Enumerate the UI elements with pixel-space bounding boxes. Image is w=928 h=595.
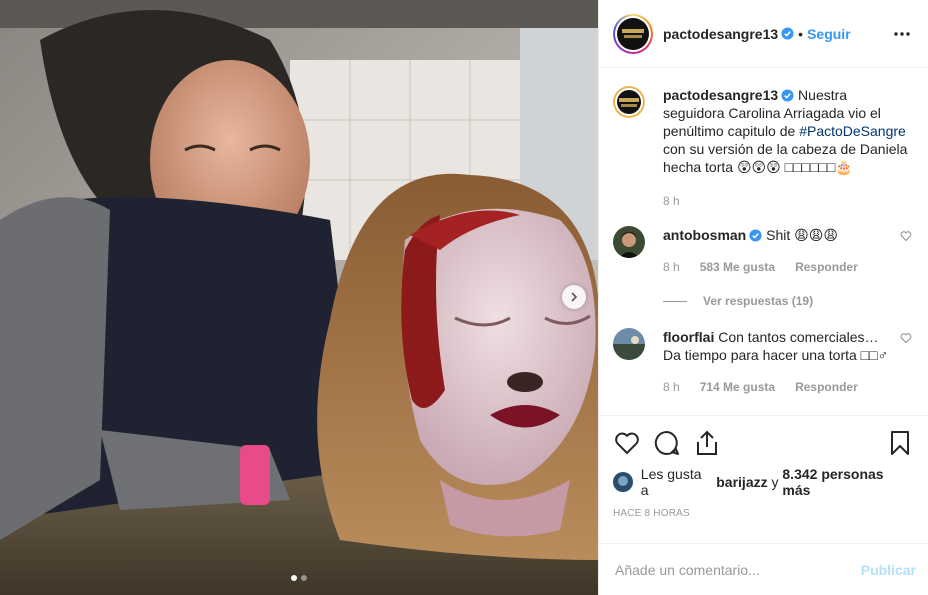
verified-badge-icon bbox=[781, 89, 794, 102]
post-side-panel: pactodesangre13 • Seguir pactodesangre13… bbox=[598, 0, 928, 595]
likes-count[interactable]: 8.342 personas más bbox=[782, 466, 914, 498]
post-actions: Les gusta a barijazz y 8.342 personas má… bbox=[599, 415, 928, 543]
liker-avatar[interactable] bbox=[613, 472, 633, 492]
post-timestamp[interactable]: HACE 8 HORAS bbox=[613, 508, 914, 519]
comment-button[interactable] bbox=[653, 429, 681, 457]
comment-item: antobosman Shit 😩😩😩 8 h 583 Me gusta Res… bbox=[613, 226, 912, 276]
share-icon bbox=[697, 430, 717, 455]
carousel-indicator bbox=[0, 575, 598, 581]
likes-middle: y bbox=[771, 474, 779, 490]
view-replies-button[interactable]: Ver respuestas (19) bbox=[663, 294, 912, 308]
small-heart-icon[interactable] bbox=[900, 332, 912, 344]
next-arrow-icon bbox=[571, 292, 578, 302]
comment-likes[interactable]: 714 Me gusta bbox=[700, 378, 775, 396]
bookmark-icon bbox=[891, 431, 909, 455]
verified-badge-icon bbox=[749, 229, 762, 242]
post-photo[interactable] bbox=[0, 0, 598, 595]
caption-text-after: con su versión de la cabeza de Daniela h… bbox=[663, 141, 908, 175]
comment-input[interactable] bbox=[615, 561, 861, 578]
caption-username[interactable]: pactodesangre13 bbox=[663, 87, 778, 103]
comment-username[interactable]: antobosman bbox=[663, 227, 746, 243]
likes-prefix: Les gusta a bbox=[640, 466, 702, 498]
comment-time[interactable]: 8 h bbox=[663, 258, 680, 276]
next-slide-button[interactable] bbox=[562, 285, 586, 309]
heart-icon bbox=[615, 432, 639, 455]
comment-icon bbox=[654, 430, 679, 455]
comment-likes[interactable]: 583 Me gusta bbox=[700, 258, 775, 276]
verified-badge-icon bbox=[781, 27, 794, 40]
caption-author-avatar[interactable] bbox=[613, 86, 645, 118]
follow-button[interactable]: Seguir bbox=[807, 26, 851, 42]
comment-time[interactable]: 8 h bbox=[663, 378, 680, 396]
reply-button[interactable]: Responder bbox=[795, 258, 858, 276]
carousel-dot-active bbox=[291, 575, 297, 581]
commenter-avatar[interactable] bbox=[613, 226, 645, 258]
post-view: pactodesangre13 • Seguir pactodesangre13… bbox=[0, 0, 928, 595]
pacto-logo-icon bbox=[622, 28, 644, 38]
comment-text: Shit 😩😩😩 bbox=[762, 227, 838, 243]
add-comment-section: Publicar bbox=[599, 543, 928, 595]
caption-time[interactable]: 8 h bbox=[663, 192, 912, 210]
post-caption: pactodesangre13 Nuestra seguidora Caroli… bbox=[613, 86, 912, 210]
small-heart-icon[interactable] bbox=[900, 230, 912, 242]
comments-list: pactodesangre13 Nuestra seguidora Caroli… bbox=[599, 68, 928, 415]
caption-hashtag[interactable]: #PactoDeSangre bbox=[799, 123, 906, 139]
header-separator: • bbox=[798, 25, 804, 42]
more-options-button[interactable] bbox=[892, 24, 912, 44]
reply-button[interactable]: Responder bbox=[795, 378, 858, 396]
replies-divider-line bbox=[663, 300, 687, 302]
more-options-icon bbox=[894, 31, 910, 36]
post-header: pactodesangre13 • Seguir bbox=[599, 0, 928, 68]
publish-button[interactable]: Publicar bbox=[861, 562, 916, 578]
liker-username[interactable]: barijazz bbox=[716, 474, 767, 490]
view-replies-label: Ver respuestas (19) bbox=[703, 294, 814, 308]
share-button[interactable] bbox=[693, 429, 721, 457]
photo-illustration bbox=[0, 0, 598, 595]
author-avatar[interactable] bbox=[613, 13, 653, 54]
likes-summary: Les gusta a barijazz y 8.342 personas má… bbox=[613, 466, 914, 498]
like-button[interactable] bbox=[613, 429, 641, 457]
comment-item: floorflai Con tantos comerciales… Da tie… bbox=[613, 328, 912, 396]
author-username[interactable]: pactodesangre13 bbox=[663, 26, 778, 42]
save-button[interactable] bbox=[886, 429, 914, 457]
commenter-avatar[interactable] bbox=[613, 328, 645, 360]
carousel-dot bbox=[301, 575, 307, 581]
comment-username[interactable]: floorflai bbox=[663, 329, 714, 345]
